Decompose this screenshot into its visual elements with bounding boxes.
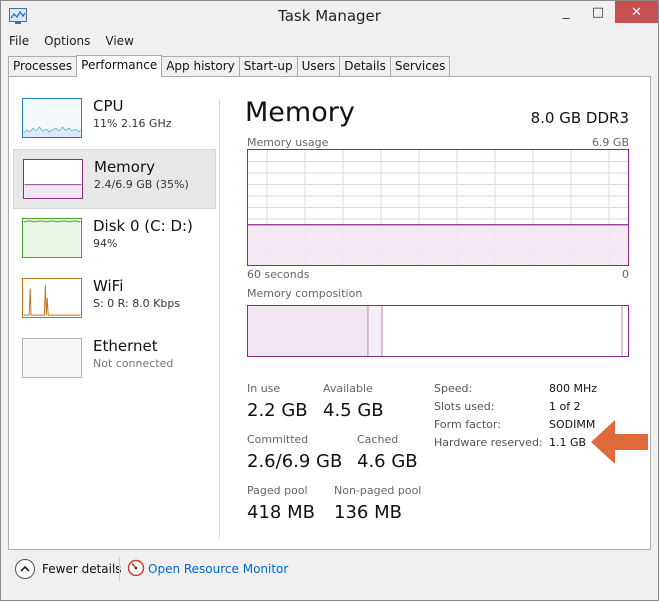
- memory-usage-area: [248, 224, 628, 265]
- maximize-button[interactable]: □: [583, 1, 613, 23]
- sidebar-item-memory[interactable]: Memory 2.4/6.9 GB (35%): [13, 149, 216, 209]
- footer-divider: [119, 557, 120, 581]
- menu-file[interactable]: File: [1, 32, 36, 52]
- sidebar-divider: [219, 99, 220, 539]
- speed-label: Speed:: [434, 382, 473, 395]
- available-value: 4.5 GB: [323, 400, 384, 421]
- wifi-throughput: S: 0 R: 8.0 Kbps: [93, 297, 181, 310]
- time-axis-left: 60 seconds: [247, 268, 310, 281]
- paged-pool-label: Paged pool: [247, 484, 308, 497]
- menu-view[interactable]: View: [97, 32, 140, 52]
- disk-usage: 94%: [93, 237, 118, 250]
- cached-value: 4.6 GB: [357, 451, 418, 472]
- time-axis-right: 0: [622, 268, 629, 281]
- ethernet-thumbnail-graph: [22, 338, 82, 378]
- tab-users[interactable]: Users: [296, 56, 341, 77]
- disk-thumbnail-graph: [22, 218, 82, 258]
- memory-label: Memory: [94, 158, 156, 176]
- speed-value: 800 MHz: [549, 382, 598, 395]
- sidebar-item-disk[interactable]: Disk 0 (C: D:) 94%: [13, 209, 216, 269]
- slots-used-label: Slots used:: [434, 400, 495, 413]
- paged-pool-value: 418 MB: [247, 502, 315, 523]
- sidebar-item-ethernet[interactable]: Ethernet Not connected: [13, 329, 216, 389]
- committed-label: Committed: [247, 433, 309, 446]
- close-button[interactable]: ✕: [615, 1, 658, 23]
- tab-strip: Processes Performance App history Start-…: [8, 55, 451, 77]
- menu-bar: File Options View: [1, 32, 141, 52]
- memory-composition-label: Memory composition: [247, 287, 363, 300]
- footer-bar: Fewer details Open Resource Monitor: [1, 551, 658, 591]
- resource-sidebar: CPU 11% 2.16 GHz Memory 2.4/6.9 GB (35%)…: [9, 77, 221, 549]
- committed-value: 2.6/6.9 GB: [247, 451, 343, 472]
- ethernet-label: Ethernet: [93, 337, 158, 355]
- tab-app-history[interactable]: App history: [161, 56, 240, 77]
- memory-usage-max: 6.9 GB: [591, 136, 629, 149]
- wifi-thumbnail-graph: [22, 278, 82, 318]
- in-use-label: In use: [247, 382, 281, 395]
- memory-thumbnail-graph: [23, 159, 83, 199]
- memory-usage-graph: [247, 149, 629, 266]
- minimize-button[interactable]: _: [551, 1, 581, 23]
- non-paged-pool-label: Non-paged pool: [334, 484, 422, 497]
- cpu-label: CPU: [93, 97, 124, 115]
- hardware-reserved-label: Hardware reserved:: [434, 436, 543, 449]
- tab-details[interactable]: Details: [339, 56, 391, 77]
- hardware-reserved-value: 1.1 GB: [549, 436, 587, 449]
- form-factor-value: SODIMM: [549, 418, 596, 431]
- memory-usage-label: Memory usage: [247, 136, 329, 149]
- tab-services[interactable]: Services: [389, 56, 451, 77]
- composition-modified: [369, 306, 382, 356]
- title-bar: Task Manager _ □ ✕: [1, 1, 658, 32]
- annotation-arrow-icon: [591, 420, 648, 464]
- cpu-thumbnail-graph: [22, 98, 82, 138]
- memory-detail-pane: Memory 8.0 GB DDR3 Memory usage 6.9 GB 6…: [245, 77, 645, 549]
- task-manager-window: Task Manager _ □ ✕ File Options View Pro…: [0, 0, 659, 601]
- in-use-value: 2.2 GB: [247, 400, 308, 421]
- chevron-up-icon: [20, 565, 30, 572]
- resource-monitor-icon[interactable]: [127, 559, 145, 577]
- ethernet-status: Not connected: [93, 357, 174, 370]
- available-label: Available: [323, 382, 373, 395]
- cached-label: Cached: [357, 433, 399, 446]
- non-paged-pool-value: 136 MB: [334, 502, 402, 523]
- tab-performance[interactable]: Performance: [76, 55, 163, 77]
- open-resource-monitor-link[interactable]: Open Resource Monitor: [148, 562, 288, 576]
- tab-start-up[interactable]: Start-up: [238, 56, 298, 77]
- sidebar-item-cpu[interactable]: CPU 11% 2.16 GHz: [13, 89, 216, 149]
- composition-in-use: [248, 306, 368, 356]
- form-factor-label: Form factor:: [434, 418, 501, 431]
- tab-processes[interactable]: Processes: [8, 56, 78, 77]
- fewer-details-button[interactable]: [15, 559, 35, 579]
- cpu-usage: 11% 2.16 GHz: [93, 117, 172, 130]
- memory-composition-bar: [247, 305, 629, 357]
- memory-usage: 2.4/6.9 GB (35%): [94, 178, 189, 191]
- slots-used-value: 1 of 2: [549, 400, 581, 413]
- sidebar-item-wifi[interactable]: WiFi S: 0 R: 8.0 Kbps: [13, 269, 216, 329]
- disk-label: Disk 0 (C: D:): [93, 217, 193, 235]
- menu-options[interactable]: Options: [36, 32, 97, 52]
- wifi-label: WiFi: [93, 277, 124, 295]
- page-title: Memory: [245, 97, 355, 128]
- memory-spec: 8.0 GB DDR3: [530, 109, 629, 127]
- performance-panel: CPU 11% 2.16 GHz Memory 2.4/6.9 GB (35%)…: [8, 76, 651, 550]
- fewer-details-label[interactable]: Fewer details: [42, 562, 122, 576]
